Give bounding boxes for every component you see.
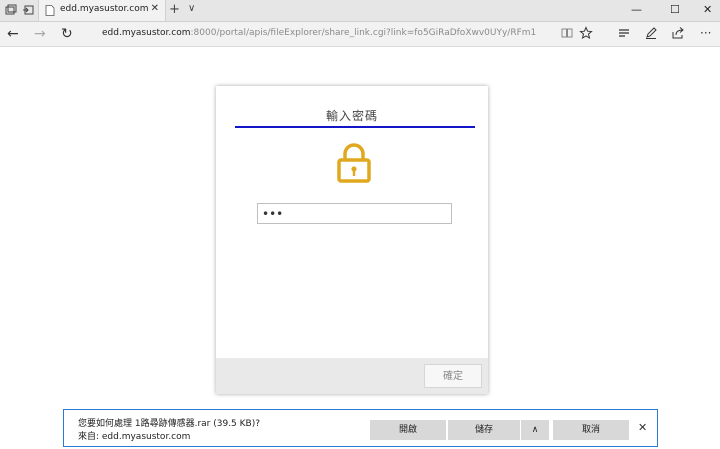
minimize-button[interactable]: —: [631, 3, 642, 16]
heading-underline: [235, 126, 475, 128]
cancel-button[interactable]: 取消: [553, 420, 629, 440]
lock-icon: [337, 143, 371, 183]
address-bar[interactable]: edd.myasustor.com:8000/portal/apis/fileE…: [102, 28, 542, 38]
maximize-button[interactable]: ☐: [670, 3, 680, 16]
download-bar: 您要如何處理 1路尋跡傳感器.rar (39.5 KB)? 來自: edd.my…: [63, 409, 658, 447]
password-input[interactable]: [257, 203, 452, 224]
tab-manager-icon[interactable]: [5, 4, 17, 16]
window-close-button[interactable]: ✕: [703, 3, 712, 16]
open-button[interactable]: 開啟: [370, 420, 446, 440]
more-menu-button[interactable]: ···: [700, 25, 711, 41]
url-path: :8000/portal/apis/fileExplorer/share_lin…: [190, 28, 537, 38]
save-button[interactable]: 儲存: [448, 420, 520, 440]
tab-title: edd.myasustor.com: [60, 4, 149, 14]
save-options-button[interactable]: ∧: [521, 420, 549, 440]
tab-active[interactable]: edd.myasustor.com ✕: [38, 0, 166, 21]
tab-preview-toggle[interactable]: ∨: [188, 3, 195, 14]
confirm-button[interactable]: 確定: [424, 364, 482, 388]
navigation-bar: ← → ↻ edd.myasustor.com:8000/portal/apis…: [0, 22, 720, 47]
password-dialog: 輸入密碼 確定: [216, 86, 488, 394]
notes-pen-icon[interactable]: [644, 26, 658, 40]
hub-icon[interactable]: [617, 26, 631, 40]
download-prompt: 您要如何處理 1路尋跡傳感器.rar (39.5 KB)?: [78, 419, 261, 429]
reading-view-icon[interactable]: [560, 26, 574, 40]
share-icon[interactable]: [671, 26, 685, 40]
set-aside-tabs-icon[interactable]: [22, 4, 34, 16]
download-close-icon[interactable]: ✕: [638, 421, 647, 434]
favicon-page-icon: [45, 5, 55, 16]
refresh-button[interactable]: ↻: [61, 26, 73, 42]
favorite-star-icon[interactable]: [579, 26, 593, 40]
new-tab-button[interactable]: +: [169, 2, 180, 17]
tab-close-icon[interactable]: ✕: [151, 3, 159, 14]
forward-button[interactable]: →: [34, 26, 46, 42]
title-bar: edd.myasustor.com ✕ + ∨ — ☐ ✕: [0, 0, 720, 22]
back-button[interactable]: ←: [7, 26, 19, 42]
dialog-heading: 輸入密碼: [325, 109, 378, 123]
url-host: edd.myasustor.com: [102, 28, 191, 38]
download-source: 來自: edd.myasustor.com: [78, 432, 191, 442]
